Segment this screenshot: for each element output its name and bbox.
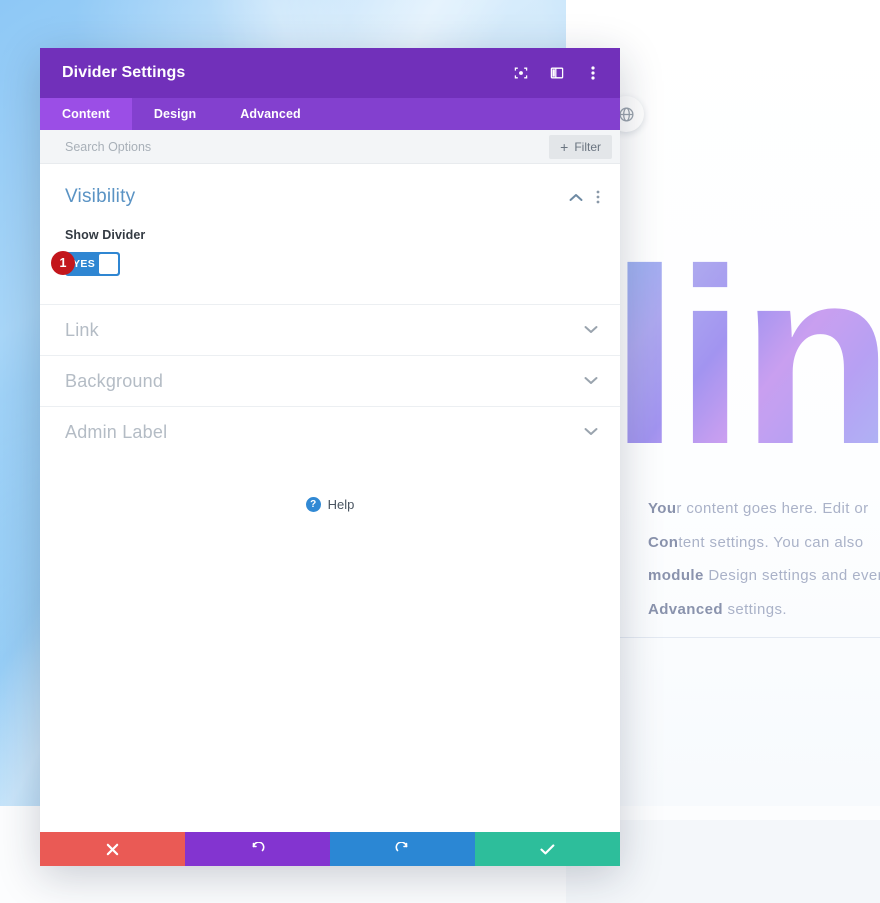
filter-button-label: Filter xyxy=(574,139,601,154)
group-more-icon[interactable] xyxy=(596,190,600,204)
chevron-down-icon[interactable] xyxy=(584,321,598,339)
undo-button[interactable] xyxy=(185,832,330,866)
group-link[interactable]: Link xyxy=(40,304,620,355)
hero-body-line: module Design settings and even xyxy=(648,567,880,584)
group-title: Link xyxy=(65,319,99,340)
modal-tabs: Content Design Advanced xyxy=(40,98,620,130)
group-visibility-tools xyxy=(569,190,600,204)
tab-design[interactable]: Design xyxy=(132,98,218,130)
redo-icon xyxy=(395,841,410,857)
close-icon xyxy=(106,843,119,856)
group-title: Visibility xyxy=(65,186,136,207)
chevron-down-icon[interactable] xyxy=(584,372,598,390)
modal-header: Divider Settings xyxy=(40,48,620,98)
help-link[interactable]: ? Help xyxy=(40,497,620,512)
chevron-down-icon[interactable] xyxy=(584,423,598,441)
help-label: Help xyxy=(327,497,355,512)
save-button[interactable] xyxy=(475,832,620,866)
globe-icon xyxy=(618,106,635,123)
group-admin-label[interactable]: Admin Label xyxy=(40,406,620,457)
hero-headline: lin xyxy=(610,232,880,482)
step-badge: 1 xyxy=(51,251,75,275)
hero-body-line: Advanced settings. xyxy=(648,600,787,618)
undo-icon xyxy=(250,841,265,857)
layout-toggle-icon[interactable] xyxy=(548,64,566,82)
redo-button[interactable] xyxy=(330,832,475,866)
modal-footer xyxy=(40,832,620,866)
group-title: Background xyxy=(65,370,164,391)
group-title: Admin Label xyxy=(65,421,168,442)
hero-body-line: Content settings. You can also xyxy=(648,533,864,551)
modal-header-actions xyxy=(512,64,602,82)
check-icon xyxy=(540,843,555,856)
show-divider-toggle-row: 1 YES xyxy=(51,251,600,276)
hero-divider-line xyxy=(620,637,880,638)
tab-advanced[interactable]: Advanced xyxy=(218,98,323,130)
group-background[interactable]: Background xyxy=(40,355,620,406)
page-title: Divider Settings xyxy=(62,64,186,81)
group-visibility-header[interactable]: Visibility xyxy=(65,186,600,208)
cancel-button[interactable] xyxy=(40,832,185,866)
settings-body: Visibility Show Divider 1 YES Link Backg… xyxy=(40,164,620,832)
focus-icon[interactable] xyxy=(512,64,530,82)
screen: lin Your content goes here. Edit or Cont… xyxy=(0,0,880,903)
field-show-divider: Show Divider 1 YES xyxy=(51,228,600,276)
field-label: Show Divider xyxy=(65,228,146,242)
tab-content[interactable]: Content xyxy=(40,98,132,130)
toggle-knob xyxy=(99,254,118,274)
group-visibility: Visibility Show Divider 1 YES xyxy=(40,164,620,304)
hero-body-text: Your content goes here. Edit or Content … xyxy=(648,492,880,626)
search-bar: + Filter xyxy=(40,130,620,164)
more-options-icon[interactable] xyxy=(584,64,602,82)
search-input[interactable] xyxy=(65,139,550,154)
divider-settings-modal: Divider Settings Content Design Advanced… xyxy=(40,48,620,866)
chevron-up-icon[interactable] xyxy=(569,193,583,202)
plus-icon: + xyxy=(560,138,569,155)
help-icon: ? xyxy=(305,497,321,512)
hero-body-line: Your content goes here. Edit or xyxy=(648,500,869,517)
filter-button[interactable]: + Filter xyxy=(549,134,612,159)
